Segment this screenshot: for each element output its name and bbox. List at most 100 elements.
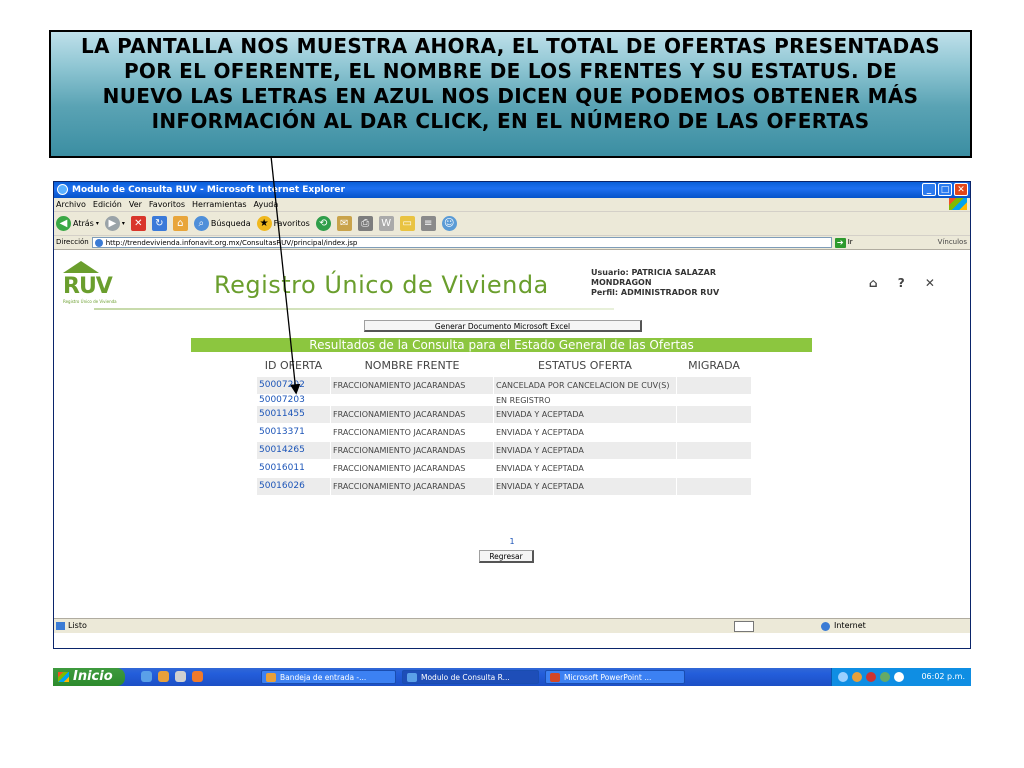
oferta-id-link[interactable]: 50013371 [257, 424, 330, 441]
col-migrada: MIGRADA [677, 354, 751, 376]
research-icon[interactable]: ≡ [420, 216, 436, 231]
star-icon: ★ [256, 216, 272, 231]
history-icon[interactable]: ⟲ [315, 216, 331, 231]
start-button[interactable]: Inicio [53, 668, 125, 686]
home-icon[interactable]: ⌂ [172, 216, 188, 231]
maximize-button[interactable]: □ [938, 183, 952, 196]
col-id-oferta: ID OFERTA [257, 354, 330, 376]
go-label: Ir [847, 238, 853, 246]
logo-text: RUV [63, 274, 113, 299]
back-button[interactable]: ◀ Atrás ▾ [56, 216, 99, 231]
links-button[interactable]: Vínculos [938, 236, 967, 249]
quick-launch [141, 671, 203, 682]
title-bar[interactable]: Modulo de Consulta RUV - Microsoft Inter… [54, 182, 970, 198]
search-label: Búsqueda [210, 219, 251, 228]
start-label: Inicio [73, 669, 113, 684]
ie-logo-icon [57, 184, 68, 195]
outlook-quicklaunch-icon[interactable] [158, 671, 169, 682]
task-powerpoint[interactable]: Microsoft PowerPoint ... [545, 670, 685, 684]
table-row: 50007202 FRACCIONAMIENTO JACARANDAS CANC… [257, 377, 751, 394]
house-roof-icon [63, 261, 99, 273]
estatus-cell: ENVIADA Y ACEPTADA [496, 464, 584, 473]
frente-cell: FRACCIONAMIENTO JACARANDAS [331, 442, 493, 459]
tray-network-icon[interactable] [880, 672, 890, 682]
oferta-id-link[interactable]: 50007202 [257, 377, 330, 394]
refresh-icon[interactable]: ↻ [151, 216, 167, 231]
oferta-id-link[interactable]: 50014265 [257, 442, 330, 459]
col-nombre-frente: NOMBRE FRENTE [331, 354, 493, 376]
print-icon[interactable]: ⎙ [357, 216, 373, 231]
messenger-icon[interactable]: ☺ [441, 216, 457, 231]
table-row: 50007203 EN REGISTRO [257, 395, 751, 405]
ie-quicklaunch-icon[interactable] [141, 671, 152, 682]
browser-window: Modulo de Consulta RUV - Microsoft Inter… [53, 181, 971, 649]
internet-globe-icon [821, 622, 830, 631]
favorites-label: Favoritos [273, 219, 310, 228]
frente-cell: FRACCIONAMIENTO JACARANDAS [331, 406, 493, 423]
task-powerpoint-label: Microsoft PowerPoint ... [564, 673, 652, 682]
taskbar: Inicio Bandeja de entrada -... Modulo de… [53, 668, 971, 686]
address-input[interactable]: http://trendevivienda.infonavit.org.mx/C… [91, 237, 832, 248]
page-link[interactable]: 1 [54, 537, 970, 546]
menu-edicion[interactable]: Edición [93, 198, 122, 211]
progress-pane [734, 621, 754, 632]
menu-ver[interactable]: Ver [129, 198, 142, 211]
user-name-line1: Usuario: PATRICIA SALAZAR [591, 268, 717, 277]
edit-icon[interactable]: W [378, 216, 394, 231]
menu-favoritos[interactable]: Favoritos [149, 198, 185, 211]
table-row: 50014265 FRACCIONAMIENTO JACARANDAS ENVI… [257, 442, 751, 459]
forward-button[interactable]: ▶ ▾ [104, 216, 125, 231]
oferta-id-link[interactable]: 50016011 [257, 460, 330, 477]
tray-volume-icon[interactable] [894, 672, 904, 682]
address-url: http://trendevivienda.infonavit.org.mx/C… [105, 239, 358, 247]
go-arrow-icon: ➔ [834, 237, 846, 248]
table-row: 50016026 FRACCIONAMIENTO JACARANDAS ENVI… [257, 478, 751, 495]
migrada-cell [677, 395, 751, 405]
ie-icon [407, 673, 417, 682]
tray-antivirus-icon[interactable] [866, 672, 876, 682]
search-button[interactable]: ⌕ Búsqueda [193, 216, 251, 231]
outlook-icon [266, 673, 276, 682]
migrada-cell [677, 377, 751, 394]
estatus-cell: ENVIADA Y ACEPTADA [494, 478, 676, 495]
frente-cell: FRACCIONAMIENTO JACARANDAS [333, 428, 466, 437]
stop-icon[interactable]: ✕ [130, 216, 146, 231]
close-window-button[interactable]: ✕ [954, 183, 968, 196]
security-zone: Internet [834, 621, 866, 630]
menu-ayuda[interactable]: Ayuda [254, 198, 279, 211]
mail-icon[interactable]: ✉ [336, 216, 352, 231]
task-ruv[interactable]: Modulo de Consulta R... [402, 670, 539, 684]
windows-logo-icon [58, 672, 69, 682]
site-title: Registro Único de Vivienda [214, 271, 549, 299]
annotation-text: LA PANTALLA NOS MUESTRA AHORA, EL TOTAL … [81, 34, 941, 133]
back-label: Atrás [73, 219, 94, 228]
page-status-icon [56, 622, 65, 630]
tray-arrow-icon[interactable] [838, 672, 848, 682]
menu-herramientas[interactable]: Herramientas [192, 198, 247, 211]
oferta-id-link[interactable]: 50007203 [257, 395, 330, 405]
back-button-regresar[interactable]: Regresar [479, 550, 534, 563]
status-bar: Listo Internet [54, 618, 970, 633]
generate-excel-button[interactable]: Generar Documento Microsoft Excel [364, 320, 642, 332]
folder-icon[interactable]: ▭ [399, 216, 415, 231]
annotation-callout: LA PANTALLA NOS MUESTRA AHORA, EL TOTAL … [49, 30, 972, 158]
header-icons[interactable]: ⌂ ? ✕ [869, 276, 943, 290]
go-button[interactable]: ➔ Ir [834, 236, 853, 249]
favorites-button[interactable]: ★ Favoritos [256, 216, 310, 231]
estatus-cell: EN REGISTRO [496, 395, 551, 405]
logo-subtitle: Registro Único de Vivienda [63, 299, 117, 304]
user-profile: Perfil: ADMINISTRADOR RUV [591, 288, 720, 297]
ruv-logo: RUV Registro Único de Vivienda [63, 261, 121, 307]
tray-app-icon[interactable] [852, 672, 862, 682]
oferta-id-link[interactable]: 50011455 [257, 406, 330, 423]
app-quicklaunch-icon[interactable] [192, 671, 203, 682]
table-row: 50013371 FRACCIONAMIENTO JACARANDAS ENVI… [257, 424, 751, 441]
menu-archivo[interactable]: Archivo [56, 198, 86, 211]
minimize-button[interactable]: _ [922, 183, 936, 196]
task-inbox[interactable]: Bandeja de entrada -... [261, 670, 396, 684]
media-quicklaunch-icon[interactable] [175, 671, 186, 682]
address-bar: Dirección http://trendevivienda.infonavi… [54, 236, 970, 250]
oferta-id-link[interactable]: 50016026 [257, 478, 330, 495]
estatus-cell: ENVIADA Y ACEPTADA [494, 406, 676, 423]
migrada-cell [677, 406, 751, 423]
